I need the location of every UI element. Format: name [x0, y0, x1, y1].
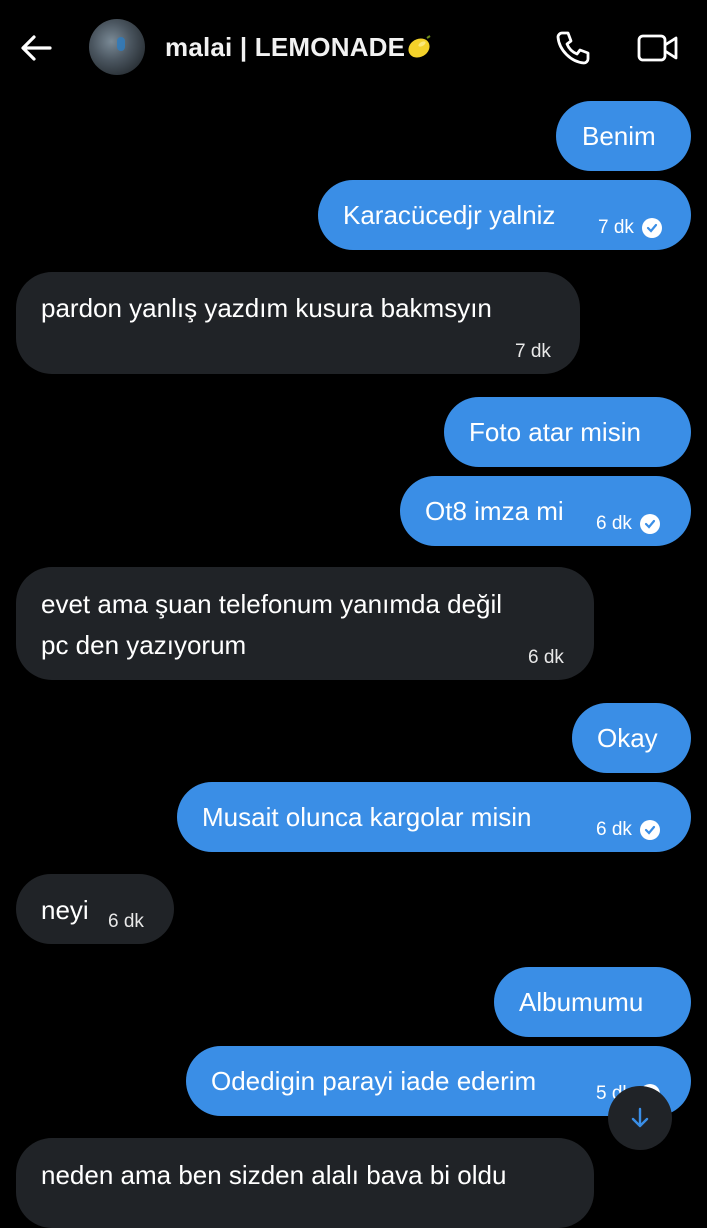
arrow-left-icon [21, 35, 52, 61]
read-check-icon [639, 514, 660, 534]
video-call-button[interactable] [636, 30, 680, 66]
message-outgoing[interactable]: Foto atar misin [444, 397, 691, 467]
message-incoming[interactable]: neyi 6 dk [16, 874, 174, 944]
call-button[interactable] [553, 28, 593, 68]
message-incoming[interactable]: neden ama ben sizden alalı bava bi oldu [16, 1138, 594, 1228]
message-incoming[interactable]: pardon yanlış yazdım kusura bakmsyın 7 d… [16, 272, 580, 374]
contact-name[interactable]: malai | LEMONADE [165, 32, 431, 63]
message-outgoing[interactable]: Musait olunca kargolar misin 6 dk [177, 782, 691, 852]
message-outgoing[interactable]: Karacücedjr yalniz 7 dk [318, 180, 691, 250]
message-outgoing[interactable]: Ot8 imza mi 6 dk [400, 476, 691, 546]
message-outgoing[interactable]: Benim [556, 101, 691, 171]
read-check-icon [639, 820, 660, 840]
message-meta: 6 dk [528, 647, 564, 668]
message-meta: 6 dk [108, 911, 144, 932]
message-outgoing[interactable]: Okay [572, 703, 691, 773]
message-meta: 7 dk [515, 341, 551, 362]
read-check-icon [641, 218, 662, 238]
video-camera-icon [637, 34, 678, 62]
conversation-header: malai | LEMONADE [0, 0, 707, 98]
scroll-to-bottom-button[interactable] [608, 1086, 672, 1150]
message-incoming[interactable]: evet ama şuan telefonum yanımda değil pc… [16, 567, 594, 680]
message-meta: 7 dk [598, 213, 662, 243]
message-meta: 6 dk [596, 815, 660, 845]
message-outgoing[interactable]: Albumumu [494, 967, 691, 1037]
avatar[interactable] [89, 19, 145, 75]
lemon-icon [408, 35, 431, 58]
arrow-down-icon [631, 1107, 649, 1128]
back-button[interactable] [16, 28, 56, 68]
message-meta: 6 dk [596, 509, 660, 539]
phone-icon [556, 31, 590, 65]
